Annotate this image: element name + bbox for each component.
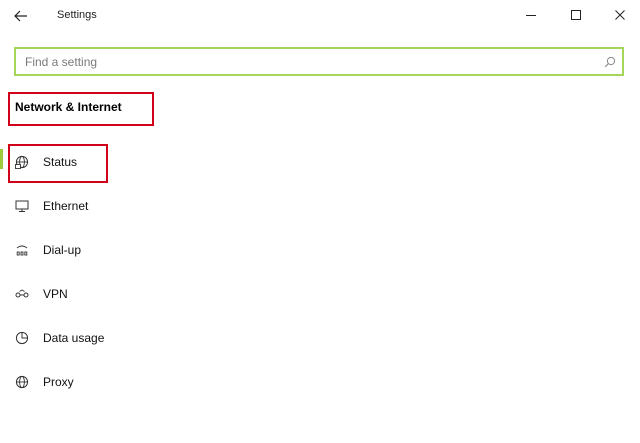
nav-item-label: Dial-up [43,243,82,257]
nav-item-ethernet[interactable]: Ethernet [0,188,260,224]
search-input[interactable] [16,49,598,74]
nav-item-vpn[interactable]: VPN [0,276,260,312]
window-title: Settings [57,9,97,21]
minimize-button[interactable] [516,2,546,28]
globe-proxy-icon [14,374,30,390]
back-button[interactable] [6,2,36,30]
search-box[interactable] [14,47,624,76]
section-title: Network & Internet [15,100,122,114]
close-icon [615,10,625,20]
title-bar: Settings [0,0,640,32]
nav-item-label: Proxy [43,375,74,389]
nav-item-label: VPN [43,287,68,301]
nav-item-label: Ethernet [43,199,89,213]
ethernet-monitor-icon [14,198,30,214]
globe-status-icon [14,154,30,170]
maximize-button[interactable] [561,2,591,28]
nav-item-proxy[interactable]: Proxy [0,364,260,400]
nav-item-status[interactable]: Status [0,144,260,180]
nav-item-label: Data usage [43,331,105,345]
nav-item-data-usage[interactable]: Data usage [0,320,260,356]
nav-item-label: Status [43,155,78,169]
dial-up-phone-icon [14,242,30,258]
nav-item-dial-up[interactable]: Dial-up [0,232,260,268]
minimize-icon [526,15,536,16]
maximize-icon [571,10,581,20]
search-icon[interactable] [598,49,622,74]
vpn-icon [14,286,30,302]
close-button[interactable] [605,2,635,28]
data-usage-icon [14,330,30,346]
arrow-left-icon [14,10,27,22]
